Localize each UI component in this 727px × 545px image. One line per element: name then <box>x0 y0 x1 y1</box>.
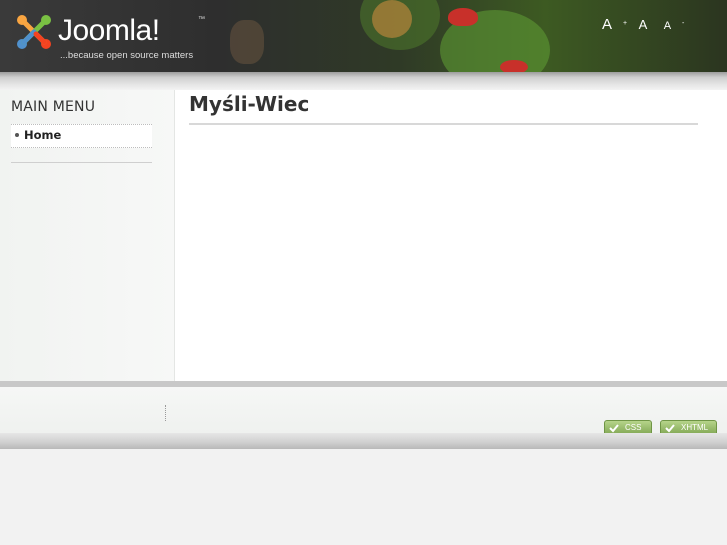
font-increase-button[interactable]: A + <box>602 16 628 33</box>
banner-decoration <box>448 8 478 26</box>
menu-item-label: Home <box>24 128 62 142</box>
title-divider <box>189 123 698 125</box>
menu-divider <box>11 162 152 163</box>
main-menu-title: MAIN MENU <box>11 99 96 115</box>
bullet-icon <box>15 132 19 137</box>
header-banner: Joomla! ™ ...because open source matters… <box>0 0 727 72</box>
font-increase-sup: + <box>623 20 628 27</box>
sidebar: MAIN MENU Home <box>0 90 175 382</box>
font-decrease-sup: - <box>682 20 685 27</box>
footer: CSS XHTML <box>0 387 727 436</box>
banner-decoration <box>500 60 528 72</box>
font-decrease-button[interactable]: A- <box>664 20 686 32</box>
site-logo[interactable]: Joomla! ™ ...because open source matters <box>14 12 214 66</box>
footer-shadow-band <box>0 433 727 449</box>
font-size-controls: A + A A- <box>602 16 691 34</box>
logo-trademark: ™ <box>198 16 205 23</box>
logo-tagline: ...because open source matters <box>60 50 194 61</box>
font-reset-label: A <box>638 17 648 32</box>
font-increase-label: A <box>602 16 613 33</box>
font-reset-button[interactable]: A <box>639 17 654 32</box>
menu-item-home[interactable]: Home <box>15 128 61 142</box>
page-title: Myśli-Wiec <box>189 92 310 116</box>
main-menu-list: Home <box>11 124 152 148</box>
joomla-logo-icon <box>17 15 51 49</box>
footer-divider <box>165 405 166 421</box>
banner-decoration <box>372 0 412 38</box>
main-content: Myśli-Wiec <box>175 90 727 382</box>
logo-wordmark: Joomla! <box>58 14 160 47</box>
header-shadow-band <box>0 72 727 90</box>
font-decrease-label: A <box>663 20 672 32</box>
banner-decoration <box>230 20 264 64</box>
